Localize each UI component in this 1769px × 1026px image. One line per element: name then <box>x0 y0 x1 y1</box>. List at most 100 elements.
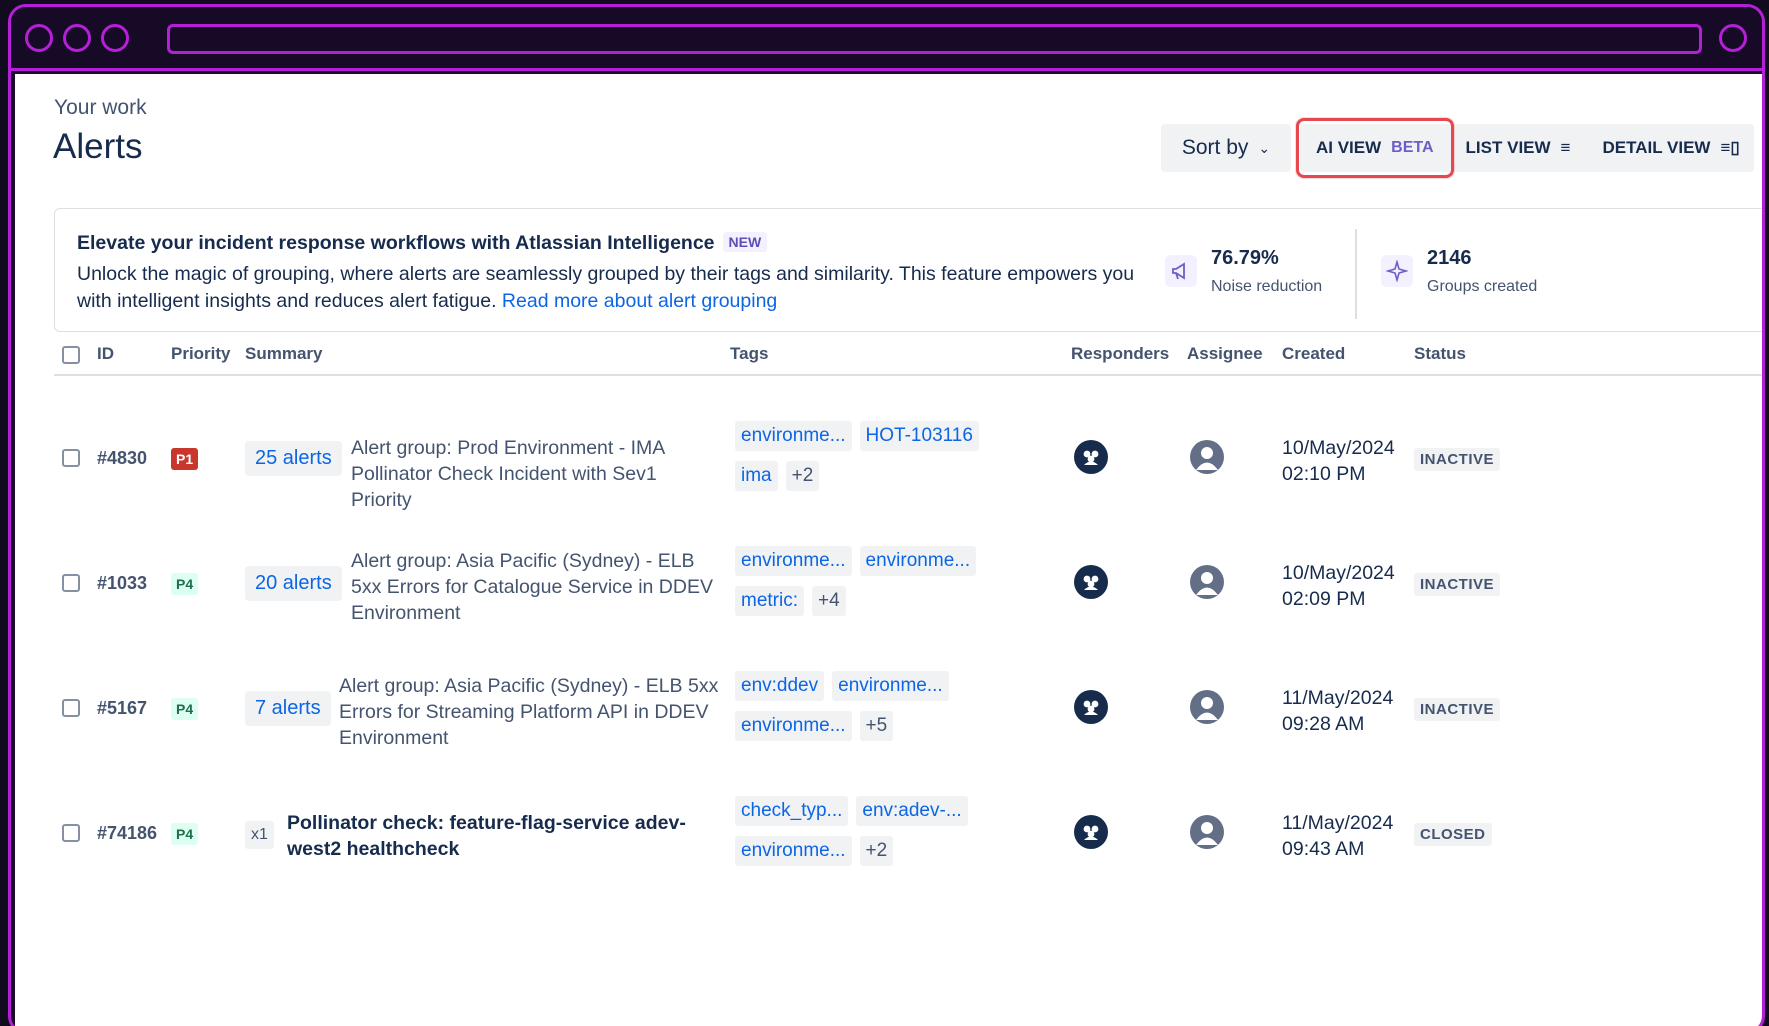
megaphone-icon <box>1165 255 1197 287</box>
row-checkbox[interactable] <box>62 824 80 842</box>
detail-panel-icon: ≡▯ <box>1720 138 1740 157</box>
more-tags-badge[interactable]: +4 <box>812 586 846 616</box>
list-icon: ≡ <box>1560 138 1571 157</box>
noise-reduction-value: 76.79% <box>1211 247 1279 269</box>
detail-view-button[interactable]: DETAIL VIEW ≡▯ <box>1586 124 1743 172</box>
tag[interactable]: environme... <box>735 836 852 866</box>
header-responders[interactable]: Responders <box>1071 344 1169 364</box>
alert-summary[interactable]: Pollinator check: feature-flag-service a… <box>287 810 721 862</box>
ai-view-button[interactable]: AI VIEW BETA <box>1296 118 1454 178</box>
alert-id[interactable]: #4830 <box>97 448 147 469</box>
priority-badge: P1 <box>171 448 199 470</box>
list-view-button[interactable]: LIST VIEW ≡ <box>1450 124 1587 172</box>
banner-divider <box>1355 229 1357 319</box>
row-checkbox[interactable] <box>62 574 80 592</box>
chevron-down-icon: ⌄ <box>1258 139 1271 156</box>
alert-id[interactable]: #74186 <box>97 823 157 844</box>
more-tags-badge[interactable]: +5 <box>859 711 894 741</box>
table-row[interactable]: #4830 P1 25 alerts Alert group: Prod Env… <box>54 394 1762 519</box>
alert-count-badge[interactable]: 7 alerts <box>245 691 331 726</box>
tag[interactable]: ima <box>735 461 778 491</box>
header-summary[interactable]: Summary <box>245 344 322 364</box>
alert-summary[interactable]: Alert group: Prod Environment - IMA Poll… <box>351 435 721 513</box>
tag[interactable]: environme... <box>735 546 852 576</box>
tag[interactable]: environme... <box>859 546 977 576</box>
noise-reduction-label: Noise reduction <box>1211 278 1323 295</box>
alert-summary[interactable]: Alert group: Asia Pacific (Sydney) - ELB… <box>339 673 721 751</box>
tags-list: env:ddev environme... environme... +5 <box>735 671 1035 751</box>
created-date: 10/May/2024 <box>1282 562 1395 584</box>
alert-id[interactable]: #1033 <box>97 573 147 594</box>
window-maximize-button[interactable] <box>101 24 129 52</box>
tag[interactable]: env:adev-... <box>856 796 968 826</box>
alert-count-badge: x1 <box>245 821 274 849</box>
header-priority[interactable]: Priority <box>171 344 231 364</box>
browser-frame: Your work Alerts Sort by ⌄ AI VIEW BETA … <box>8 4 1765 1026</box>
window-close-button[interactable] <box>25 24 53 52</box>
status-badge: CLOSED <box>1414 823 1492 846</box>
assignee-avatar-icon[interactable] <box>1190 690 1224 724</box>
alert-summary[interactable]: Alert group: Asia Pacific (Sydney) - ELB… <box>351 548 721 626</box>
groups-created-value: 2146 <box>1427 247 1472 269</box>
table-row[interactable]: #1033 P4 20 alerts Alert group: Asia Pac… <box>54 519 1762 644</box>
alert-id[interactable]: #5167 <box>97 698 147 719</box>
responders-team-icon[interactable] <box>1074 690 1108 724</box>
assignee-avatar-icon[interactable] <box>1190 440 1224 474</box>
more-tags-badge[interactable]: +2 <box>859 836 894 866</box>
tag[interactable]: metric: <box>735 586 804 616</box>
sort-by-label: Sort by <box>1181 136 1249 159</box>
address-bar[interactable] <box>167 24 1702 54</box>
row-checkbox[interactable] <box>62 449 80 467</box>
tag[interactable]: HOT-103116 <box>859 421 979 451</box>
header-id[interactable]: ID <box>97 344 114 364</box>
priority-badge: P4 <box>171 573 199 595</box>
created-datetime: 10/May/2024 02:09 PM <box>1282 560 1395 612</box>
browser-menu-button[interactable] <box>1719 24 1747 52</box>
banner-title: Elevate your incident response workflows… <box>77 232 768 255</box>
select-all-checkbox[interactable] <box>62 346 80 364</box>
assignee-avatar-icon[interactable] <box>1190 815 1224 849</box>
row-checkbox[interactable] <box>62 699 80 717</box>
breadcrumb[interactable]: Your work <box>54 96 147 120</box>
new-badge: NEW <box>722 232 768 252</box>
tag[interactable]: env:ddev <box>735 671 825 701</box>
created-date: 11/May/2024 <box>1282 812 1394 834</box>
alert-grouping-link[interactable]: Read more about alert grouping <box>502 290 777 312</box>
responders-team-icon[interactable] <box>1074 565 1108 599</box>
status-badge: INACTIVE <box>1414 573 1501 596</box>
ai-grouping-banner: Elevate your incident response workflows… <box>54 208 1762 332</box>
responders-team-icon[interactable] <box>1074 440 1108 474</box>
tag[interactable]: check_typ... <box>735 796 849 826</box>
tag[interactable]: environme... <box>735 421 852 451</box>
header-tags[interactable]: Tags <box>730 344 768 364</box>
groups-created-label: Groups created <box>1427 278 1538 295</box>
alert-count-badge[interactable]: 25 alerts <box>245 441 342 476</box>
header-created[interactable]: Created <box>1282 344 1345 364</box>
banner-title-text: Elevate your incident response workflows… <box>77 232 715 254</box>
header-status[interactable]: Status <box>1414 344 1466 364</box>
responders-team-icon[interactable] <box>1074 815 1108 849</box>
created-time: 09:43 AM <box>1282 838 1365 860</box>
browser-titlebar <box>11 7 1762 71</box>
tag[interactable]: environme... <box>735 711 852 741</box>
assignee-avatar-icon[interactable] <box>1190 565 1224 599</box>
header-assignee[interactable]: Assignee <box>1187 344 1263 364</box>
created-time: 02:10 PM <box>1282 463 1366 485</box>
groups-created-stat: 2146 Groups created <box>1381 247 1537 296</box>
noise-reduction-stat: 76.79% Noise reduction <box>1165 247 1322 296</box>
window-minimize-button[interactable] <box>63 24 91 52</box>
created-datetime: 10/May/2024 02:10 PM <box>1282 435 1395 487</box>
sort-by-button[interactable]: Sort by ⌄ <box>1161 124 1291 172</box>
table-row[interactable]: #74186 P4 x1 Pollinator check: feature-f… <box>54 769 1762 894</box>
alert-count-badge[interactable]: 20 alerts <box>245 566 342 601</box>
table-row[interactable]: #5167 P4 7 alerts Alert group: Asia Paci… <box>54 644 1762 769</box>
created-datetime: 11/May/2024 09:28 AM <box>1282 685 1393 737</box>
more-tags-badge[interactable]: +2 <box>785 461 820 491</box>
created-datetime: 11/May/2024 09:43 AM <box>1282 810 1393 862</box>
ai-view-label: AI VIEW <box>1316 138 1382 157</box>
tag[interactable]: environme... <box>832 671 949 701</box>
status-badge: INACTIVE <box>1414 698 1501 721</box>
list-view-label: LIST VIEW <box>1465 138 1551 157</box>
page-content: Your work Alerts Sort by ⌄ AI VIEW BETA … <box>15 74 1762 1026</box>
created-time: 09:28 AM <box>1282 713 1365 735</box>
